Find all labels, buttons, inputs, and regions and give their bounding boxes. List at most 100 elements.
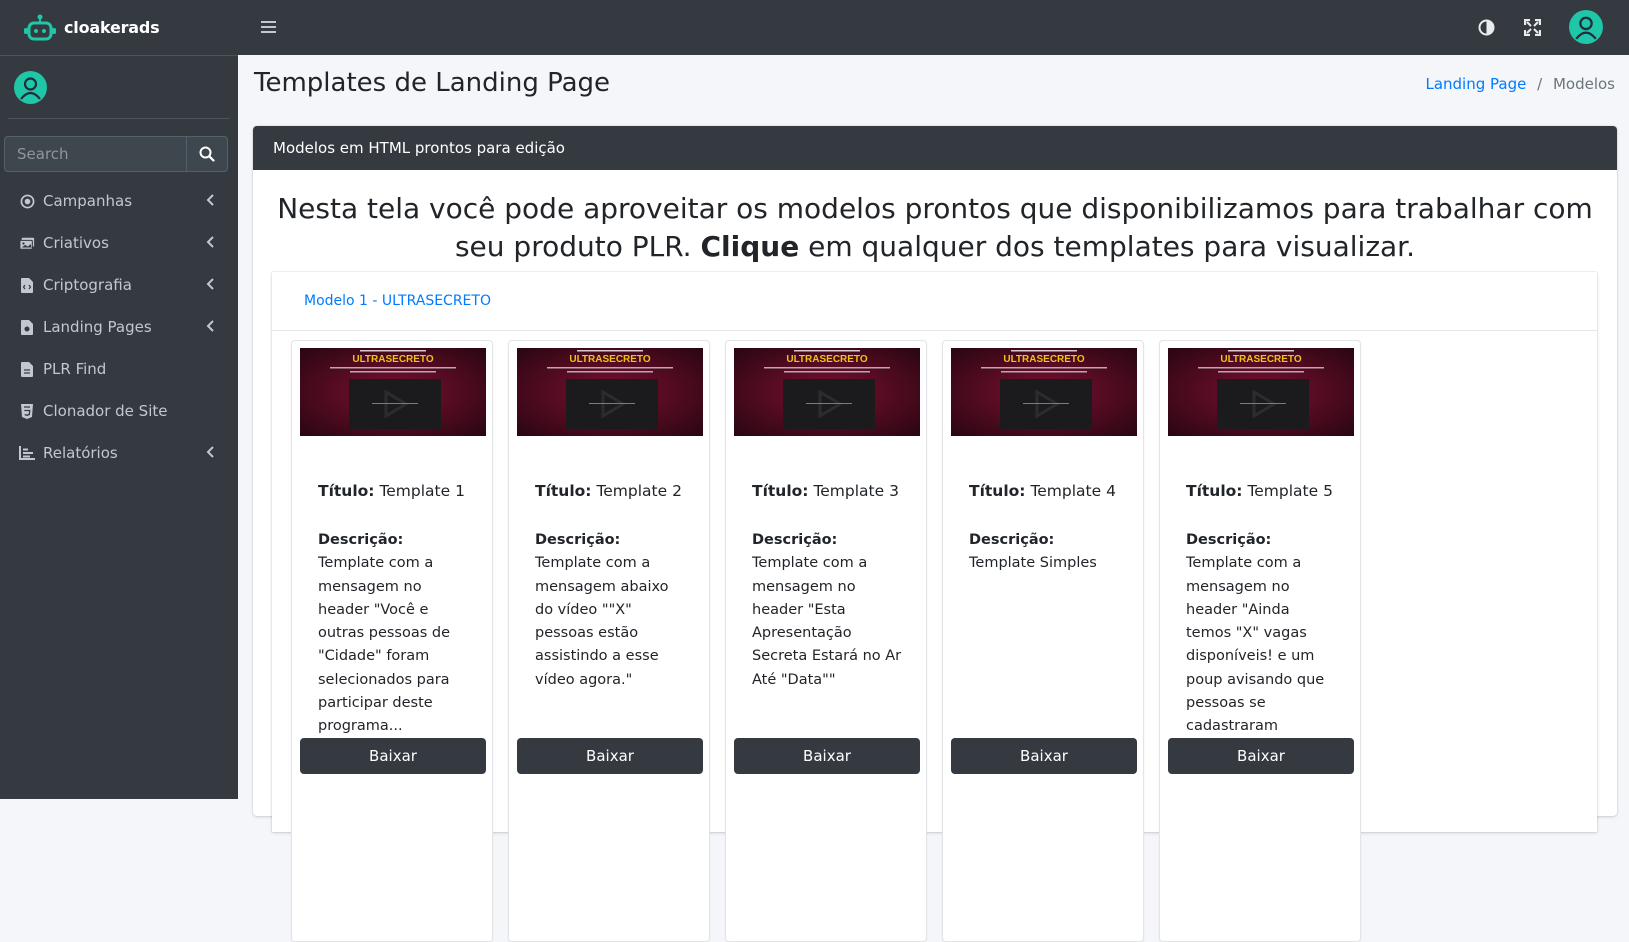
- sidebar-nav: Campanhas Criativos Criptografia Landing…: [0, 180, 238, 474]
- thumbnail-headline: ULTRASECRETO: [786, 354, 868, 365]
- brand-link[interactable]: cloakerads: [0, 0, 238, 56]
- landing-preview-image: ULTRASECRETO: [734, 348, 920, 436]
- thumbnail-headline: ULTRASECRETO: [569, 354, 651, 365]
- contrast-toggle-icon[interactable]: [1478, 19, 1495, 36]
- template-title-value: Template 4: [1030, 482, 1116, 500]
- template-description: Descrição: Template com a mensagem no he…: [1186, 529, 1336, 762]
- breadcrumb: Landing Page / Modelos: [1425, 75, 1615, 93]
- template-card[interactable]: ULTRASECRETO Título: Template 2 Descriçã…: [508, 340, 710, 942]
- template-description-value: Template com a mensagem abaixo do vídeo …: [535, 555, 669, 688]
- chart-icon: [19, 445, 35, 461]
- images-icon: [19, 235, 35, 251]
- user-panel: [8, 56, 230, 119]
- template-title: Título: Template 4: [969, 482, 1116, 500]
- thumbnail-headline: ULTRASECRETO: [352, 354, 434, 365]
- template-title-label: Título:: [752, 482, 809, 500]
- sidebar-item-criativos[interactable]: Criativos: [0, 222, 238, 264]
- template-title-value: Template 2: [596, 482, 682, 500]
- template-thumbnail[interactable]: ULTRASECRETO: [951, 348, 1137, 436]
- search-icon: [199, 146, 215, 162]
- template-title: Título: Template 5: [1186, 482, 1333, 500]
- chevron-left-icon: [206, 278, 214, 290]
- template-description-label: Descrição:: [318, 532, 404, 548]
- template-card[interactable]: ULTRASECRETO Título: Template 5 Descriçã…: [1159, 340, 1361, 942]
- baixar-button[interactable]: Baixar: [734, 738, 920, 774]
- baixar-button[interactable]: Baixar: [951, 738, 1137, 774]
- dot-circle-icon: [19, 193, 35, 209]
- sidebar-item-label: Criativos: [43, 234, 109, 252]
- template-title-label: Título:: [969, 482, 1026, 500]
- landing-preview-image: ULTRASECRETO: [517, 348, 703, 436]
- chevron-left-icon: [206, 194, 214, 206]
- chevron-left-icon: [206, 236, 214, 248]
- template-title-label: Título:: [318, 482, 375, 500]
- landing-preview-image: ULTRASECRETO: [951, 348, 1137, 436]
- baixar-button[interactable]: Baixar: [1168, 738, 1354, 774]
- template-description-label: Descrição:: [535, 532, 621, 548]
- sidebar-item-label: Criptografia: [43, 276, 132, 294]
- model-title[interactable]: Modelo 1 - ULTRASECRETO: [272, 272, 1597, 331]
- template-description-value: Template com a mensagem no header "Ainda…: [1186, 555, 1325, 757]
- template-title-label: Título:: [1186, 482, 1243, 500]
- template-thumbnail[interactable]: ULTRASECRETO: [300, 348, 486, 436]
- html5-icon: [19, 403, 35, 419]
- user-avatar[interactable]: [14, 70, 47, 104]
- template-title: Título: Template 1: [318, 482, 465, 500]
- top-navbar: [238, 0, 1629, 55]
- sidebar-item-plr-find[interactable]: PLR Find: [0, 348, 238, 390]
- sidebar-item-landing-pages[interactable]: Landing Pages: [0, 306, 238, 348]
- breadcrumb-separator: /: [1537, 75, 1543, 93]
- fullscreen-icon[interactable]: [1524, 19, 1541, 36]
- template-description-value: Template com a mensagem no header "Esta …: [752, 555, 902, 688]
- template-title-value: Template 1: [379, 482, 465, 500]
- sidebar-search: [4, 136, 228, 172]
- chevron-left-icon: [206, 446, 214, 458]
- template-thumbnail[interactable]: ULTRASECRETO: [734, 348, 920, 436]
- template-title-label: Título:: [535, 482, 592, 500]
- chevron-left-icon: [206, 320, 214, 332]
- intro-text-bold: Clique: [700, 230, 800, 263]
- breadcrumb-link-landing-page[interactable]: Landing Page: [1425, 75, 1526, 93]
- search-button[interactable]: [186, 136, 228, 172]
- search-input[interactable]: [4, 136, 186, 172]
- baixar-button[interactable]: Baixar: [300, 738, 486, 774]
- template-description: Descrição: Template com a mensagem no he…: [318, 529, 468, 739]
- thumbnail-headline: ULTRASECRETO: [1220, 354, 1302, 365]
- baixar-button[interactable]: Baixar: [517, 738, 703, 774]
- template-card[interactable]: ULTRASECRETO Título: Template 1 Descriçã…: [291, 340, 493, 942]
- intro-text: Nesta tela você pode aproveitar os model…: [253, 190, 1617, 266]
- template-description-label: Descrição:: [969, 532, 1055, 548]
- template-card[interactable]: ULTRASECRETO Título: Template 4 Descriçã…: [942, 340, 1144, 942]
- template-description-value: Template com a mensagem no header "Você …: [318, 555, 451, 735]
- template-description-value: Template Simples: [969, 555, 1097, 572]
- template-thumbnail[interactable]: ULTRASECRETO: [517, 348, 703, 436]
- template-thumbnail[interactable]: ULTRASECRETO: [1168, 348, 1354, 436]
- sidebar-item-label: Relatórios: [43, 444, 118, 462]
- template-card[interactable]: ULTRASECRETO Título: Template 3 Descriçã…: [725, 340, 927, 942]
- sidebar-item-campanhas[interactable]: Campanhas: [0, 180, 238, 222]
- sidebar-item-relatorios[interactable]: Relatórios: [0, 432, 238, 474]
- templates-card: Modelos em HTML prontos para edição Nest…: [253, 126, 1617, 942]
- landing-preview-image: ULTRASECRETO: [300, 348, 486, 436]
- navbar-user-avatar[interactable]: [1569, 10, 1603, 44]
- template-description-label: Descrição:: [752, 532, 838, 548]
- sidebar-item-clonador-de-site[interactable]: Clonador de Site: [0, 390, 238, 432]
- hamburger-menu-icon[interactable]: [261, 20, 276, 34]
- template-description: Descrição: Template com a mensagem no he…: [752, 529, 902, 692]
- file-code-icon: [19, 277, 35, 293]
- template-title: Título: Template 3: [752, 482, 899, 500]
- template-title-value: Template 3: [813, 482, 899, 500]
- landing-preview-image: ULTRASECRETO: [1168, 348, 1354, 436]
- template-description-label: Descrição:: [1186, 532, 1272, 548]
- template-title: Título: Template 2: [535, 482, 682, 500]
- user-icon: [20, 76, 41, 100]
- file-icon: [19, 319, 35, 335]
- brand-name: cloakerads: [64, 18, 160, 37]
- card-header: Modelos em HTML prontos para edição: [253, 126, 1617, 170]
- page-title: Templates de Landing Page: [254, 68, 611, 98]
- sidebar-item-label: Campanhas: [43, 192, 133, 210]
- sidebar-item-label: Landing Pages: [43, 318, 152, 336]
- template-description: Descrição: Template Simples: [969, 529, 1119, 576]
- template-description: Descrição: Template com a mensagem abaix…: [535, 529, 685, 692]
- sidebar-item-criptografia[interactable]: Criptografia: [0, 264, 238, 306]
